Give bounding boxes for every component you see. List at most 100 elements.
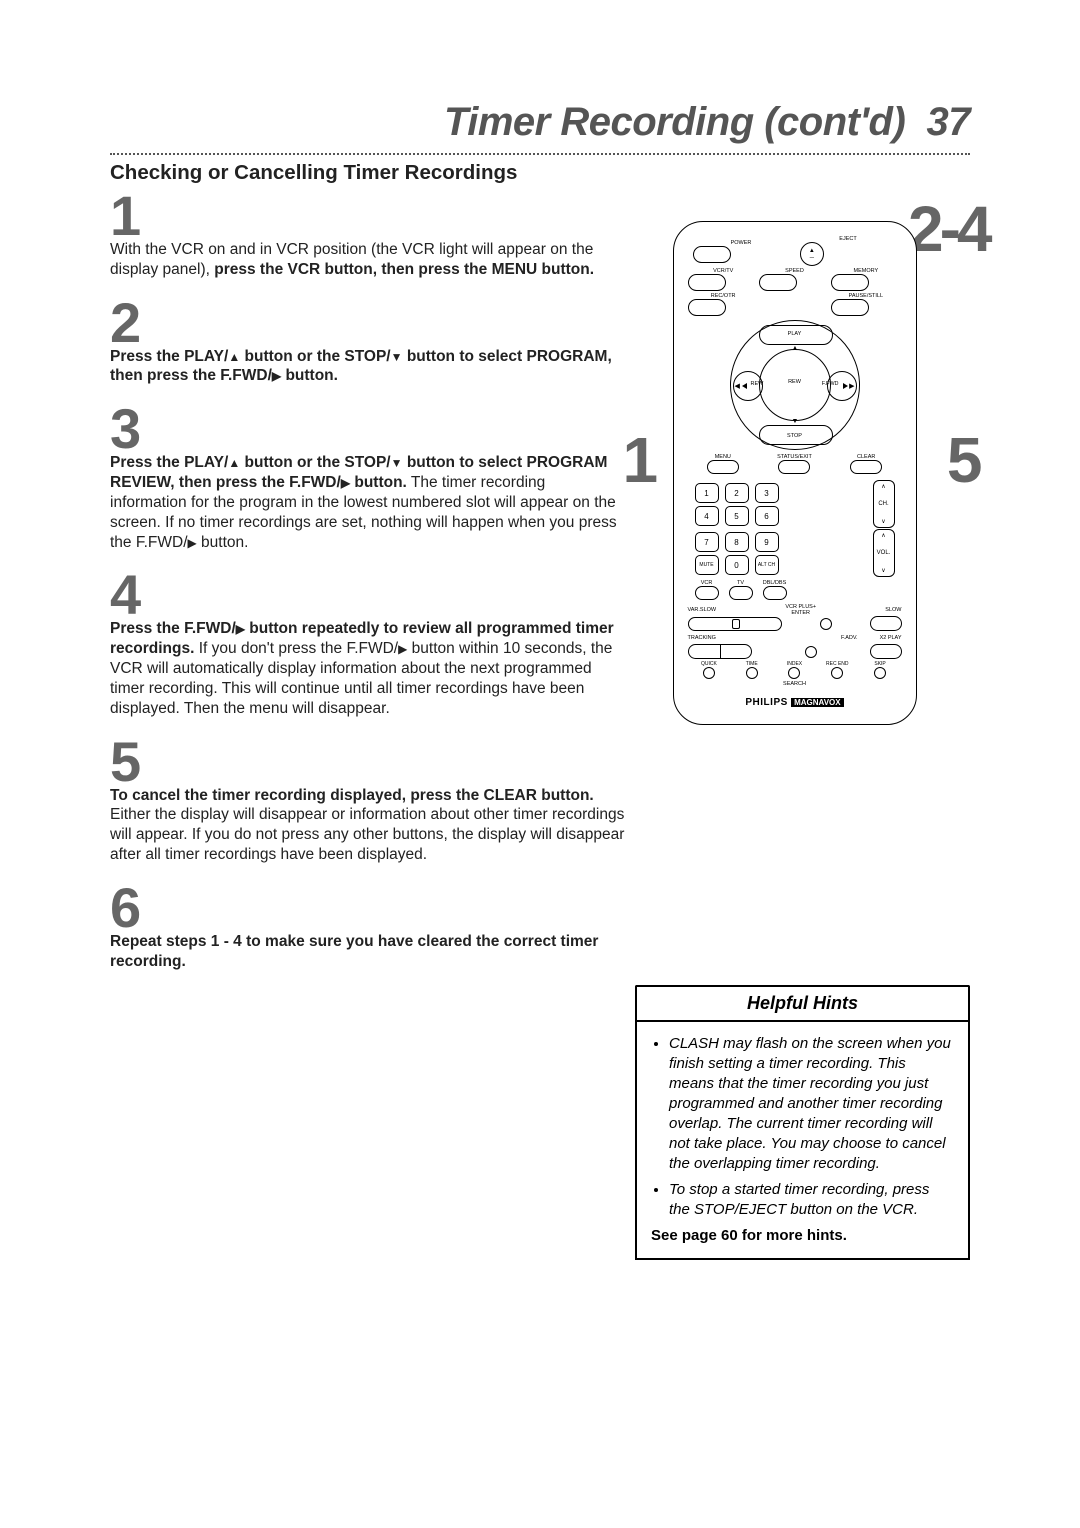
t: Press the F.FWD/ (110, 620, 236, 637)
remote-wrap: 2-4 1 5 POWER EJECT ▲─ (673, 221, 933, 725)
title-text: Timer Recording (cont'd) (444, 100, 905, 144)
t: button or the STOP/ (240, 348, 390, 365)
hints-footer: See page 60 for more hints. (651, 1226, 954, 1246)
tracking-label: TRACKING (688, 635, 716, 641)
step-body: Press the F.FWD/▶ button repeatedly to r… (110, 619, 625, 718)
power-label: POWER (693, 240, 789, 246)
up-arrow-icon: ▲ (228, 457, 240, 469)
ch-label: CH. (878, 501, 888, 507)
play-label: PLAY (788, 331, 802, 337)
step-number: 2 (110, 298, 139, 348)
step-number: 3 (110, 404, 139, 454)
skip-button (874, 667, 886, 679)
time-label: TIME (730, 661, 773, 667)
vcr-tv-button (688, 274, 726, 291)
search-label: SEARCH (688, 681, 902, 687)
step-number: 4 (110, 570, 139, 620)
down-arrow-icon: ▼ (391, 351, 403, 363)
key-altch: ALT CH (755, 555, 779, 575)
step-number: 1 (110, 191, 139, 241)
page-number: 37 (927, 100, 971, 144)
transport-dpad: PLAY STOP REW F.FWD REW ◀ ▶ ▲ ▼ (730, 320, 860, 450)
step-6: 6 Repeat steps 1 - 4 to make sure you ha… (110, 883, 625, 972)
right-arrow-icon: ▶ (272, 370, 281, 382)
divider-dotted (110, 153, 970, 155)
vol-rocker: ∧VOL.∨ (873, 529, 895, 577)
t: button. (350, 474, 407, 491)
skip-label: SKIP (859, 661, 902, 667)
eject-button: ▲─ (800, 242, 824, 266)
tv-button (729, 586, 753, 600)
manual-page: Timer Recording (cont'd) 37 Checking or … (0, 0, 1080, 1050)
rew-label-2: REW (751, 381, 764, 387)
t: button. (281, 367, 338, 384)
callout-5: 5 (947, 428, 983, 492)
hint-item: CLASH may flash on the screen when you f… (669, 1034, 954, 1174)
power-button (693, 246, 731, 263)
down-arrow-icon: ▼ (792, 418, 799, 425)
vol-label: VOL. (877, 550, 891, 556)
var-slow-label: VAR.SLOW (688, 607, 717, 613)
key-8: 8 (725, 532, 749, 552)
step-body: Press the PLAY/▲ button or the STOP/▼ bu… (110, 453, 625, 552)
step-body: To cancel the timer recording displayed,… (110, 786, 625, 865)
up-arrow-icon: ▲ (228, 351, 240, 363)
callout-2-4: 2-4 (908, 197, 989, 261)
ch-rocker: ∧CH.∨ (873, 480, 895, 528)
remote-diagram: POWER EJECT ▲─ VCR/TV SPEED MEMORY (673, 221, 917, 725)
key-3: 3 (755, 483, 779, 503)
vcr-button (695, 586, 719, 600)
step-2: 2 Press the PLAY/▲ button or the STOP/▼ … (110, 298, 625, 387)
quick-button (703, 667, 715, 679)
step-body: With the VCR on and in VCR position (the… (110, 240, 625, 280)
pause-still-button (831, 299, 869, 316)
step-3: 3 Press the PLAY/▲ button or the STOP/▼ … (110, 404, 625, 552)
stop-label: STOP (787, 433, 802, 439)
vcrplus-enter-button (820, 618, 832, 630)
key-7: 7 (695, 532, 719, 552)
time-button (746, 667, 758, 679)
t: button. (197, 534, 249, 551)
section-subtitle: Checking or Cancelling Timer Recordings (110, 161, 970, 185)
up-arrow-icon: ▲ (792, 345, 799, 352)
key-1: 1 (695, 483, 719, 503)
step-1: 1 With the VCR on and in VCR position (t… (110, 191, 625, 280)
step-4: 4 Press the F.FWD/▶ button repeatedly to… (110, 570, 625, 718)
t: Either the display will disappear or inf… (110, 806, 624, 863)
philips-logo: PHILIPS (745, 697, 787, 708)
step-bold: press the VCR button, then press the MEN… (214, 261, 594, 278)
instructions-column: 1 With the VCR on and in VCR position (t… (110, 191, 625, 972)
clear-label: CLEAR (831, 454, 902, 460)
fadv-button (805, 646, 817, 658)
dbl-dbs-label: DBL/DBS (763, 580, 787, 586)
eject-label: EJECT (800, 236, 896, 242)
step-body: Press the PLAY/▲ button or the STOP/▼ bu… (110, 347, 625, 387)
key-9: 9 (755, 532, 779, 552)
tv-label: TV (729, 580, 753, 586)
slow-button (870, 616, 902, 631)
index-label: INDEX (773, 661, 816, 667)
keypad: 123 456 ∧CH.∨ 789 MUTE0ALT CH ∧VOL.∨ (695, 480, 895, 600)
slow-label: SLOW (885, 607, 901, 613)
right-arrow-icon: ▶ (341, 477, 350, 489)
helpful-hints-box: Helpful Hints CLASH may flash on the scr… (635, 985, 970, 1259)
status-exit-label: STATUS/EXIT (759, 454, 830, 460)
x2play-label: X2 PLAY (880, 635, 902, 641)
key-0: 0 (725, 555, 749, 575)
t: To cancel the timer recording displayed,… (110, 787, 594, 804)
step-5: 5 To cancel the timer recording displaye… (110, 737, 625, 865)
var-slow-slider (688, 617, 782, 631)
rec-otr-button (688, 299, 726, 316)
left-arrow-icon: ◀ (735, 382, 740, 390)
status-exit-button (778, 460, 810, 474)
t: Press the PLAY/ (110, 348, 228, 365)
dbl-dbs-button (763, 586, 787, 600)
step-number: 6 (110, 883, 139, 933)
search-row: QUICK TIME INDEX REC END SKIP (688, 661, 902, 679)
step-number: 5 (110, 737, 139, 787)
key-4: 4 (695, 506, 719, 526)
callout-1: 1 (623, 428, 659, 492)
content-area: 1 With the VCR on and in VCR position (t… (110, 191, 970, 972)
fadv-label: F.ADV. (841, 635, 858, 641)
t: Press the PLAY/ (110, 454, 228, 471)
